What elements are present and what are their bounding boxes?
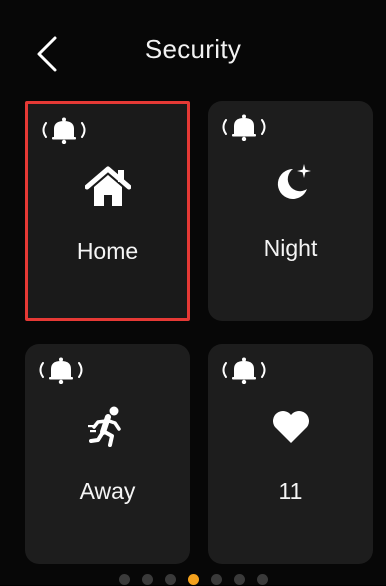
- mode-tile-away[interactable]: Away: [25, 344, 190, 564]
- mode-tile-custom[interactable]: 11: [208, 344, 373, 564]
- alarm-bell-icon: [39, 357, 83, 384]
- mode-tile-night[interactable]: Night: [208, 101, 373, 321]
- page-indicator: [0, 574, 386, 586]
- page-dot[interactable]: [233, 574, 245, 585]
- page-dot[interactable]: [210, 574, 222, 585]
- page-title: Security: [144, 34, 242, 64]
- moon-star-icon: [277, 164, 311, 199]
- page-dot[interactable]: [164, 574, 176, 585]
- page-dot[interactable]: [118, 574, 130, 585]
- page-dot-active[interactable]: [187, 574, 199, 585]
- tile-label: 11: [278, 478, 303, 504]
- mode-tile-home[interactable]: Home: [25, 101, 190, 321]
- tile-icon-wrap: [208, 402, 373, 452]
- tile-icon-wrap: [25, 402, 190, 452]
- alarm-bell-icon: [222, 114, 266, 141]
- tile-label: Night: [263, 235, 318, 261]
- running-man-icon: [87, 406, 121, 447]
- tile-label: Away: [79, 478, 136, 504]
- page-dot[interactable]: [141, 574, 153, 585]
- house-icon: [84, 166, 131, 206]
- tile-icon-wrap: [28, 162, 187, 212]
- alarm-bell-icon: [42, 117, 86, 144]
- tile-label: Home: [76, 238, 139, 264]
- header: Security: [0, 0, 386, 100]
- alarm-bell-icon: [222, 357, 266, 384]
- heart-icon: [272, 411, 309, 443]
- tile-icon-wrap: [208, 159, 373, 209]
- security-screen: Security Home Night Away 11: [0, 0, 386, 585]
- page-dot[interactable]: [256, 574, 268, 585]
